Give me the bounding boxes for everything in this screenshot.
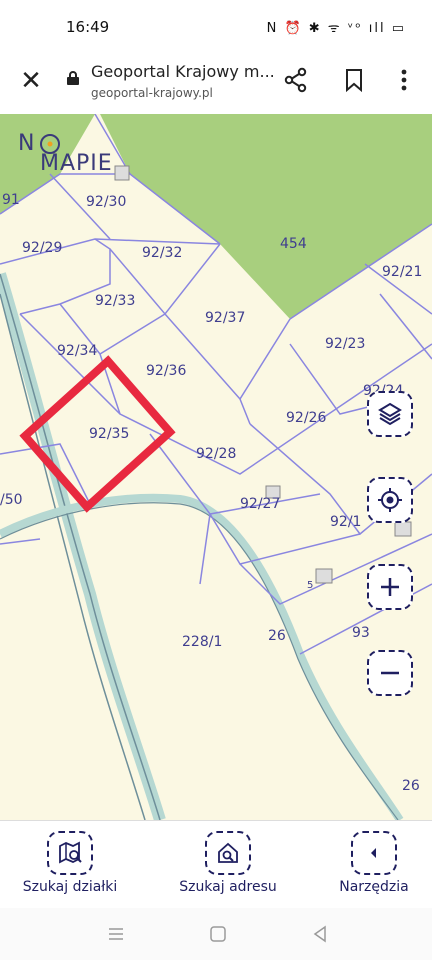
parcel-label: 5 bbox=[307, 580, 313, 591]
green-area bbox=[100, 114, 432, 319]
back-icon[interactable] bbox=[308, 922, 332, 946]
parcel-label: 92/32 bbox=[142, 245, 182, 261]
lock-icon bbox=[67, 71, 79, 85]
parcel-label: 92/23 bbox=[325, 336, 365, 352]
tools-button[interactable]: Narzędzia bbox=[309, 831, 432, 895]
system-nav-bar bbox=[0, 908, 432, 960]
page-title[interactable]: Geoportal Krajowy m... bbox=[91, 62, 275, 81]
status-time: 16:49 bbox=[66, 18, 110, 36]
tools-label: Narzędzia bbox=[339, 879, 409, 895]
parcel-label: 92/26 bbox=[286, 410, 326, 426]
parcel-label: 26 bbox=[268, 628, 286, 644]
recent-apps-icon[interactable] bbox=[104, 922, 128, 946]
search-parcel-button[interactable]: Szukaj działki bbox=[5, 831, 135, 895]
status-icons: N ⏰ ✱ ᯤ ᵛᵒ ıll ▭ bbox=[266, 21, 406, 36]
parcel-label: 92/29 bbox=[22, 240, 62, 256]
search-address-label: Szukaj adresu bbox=[179, 879, 277, 895]
zoom-in-button[interactable] bbox=[367, 564, 413, 610]
crosshair-icon bbox=[378, 488, 402, 512]
map-canvas[interactable]: N MAPIE 91 92/30 92/29 92/32 454 92/21 9… bbox=[0, 114, 432, 820]
zoom-out-button[interactable] bbox=[367, 650, 413, 696]
chevron-left-icon bbox=[351, 831, 397, 875]
parcel-label: 26 bbox=[402, 778, 420, 794]
status-bar: 16:49 N ⏰ ✱ ᯤ ᵛᵒ ıll ▭ bbox=[0, 0, 432, 52]
parcel-label: 92/21 bbox=[382, 264, 422, 280]
bookmark-icon[interactable] bbox=[340, 66, 368, 94]
map-search-icon bbox=[47, 831, 93, 875]
parcel-label: 92/33 bbox=[95, 293, 135, 309]
minus-icon bbox=[381, 671, 399, 675]
parcel-label: 228/1 bbox=[182, 634, 222, 650]
parcel-label: 93 bbox=[352, 625, 370, 641]
more-menu-icon[interactable] bbox=[392, 66, 416, 94]
logo-mapie: MAPIE bbox=[40, 151, 113, 176]
locate-me-button[interactable] bbox=[367, 477, 413, 523]
parcel-label: 91 bbox=[2, 192, 20, 208]
parcel-label-selected: 92/35 bbox=[89, 426, 129, 442]
parcel-label: 92/30 bbox=[86, 194, 126, 210]
parcel-label: 92/27 bbox=[240, 496, 280, 512]
layers-button[interactable] bbox=[367, 391, 413, 437]
parcel-label: 92/28 bbox=[196, 446, 236, 462]
search-parcel-label: Szukaj działki bbox=[22, 879, 118, 895]
parcel-label: 92/36 bbox=[146, 363, 186, 379]
layers-icon bbox=[378, 402, 402, 426]
parcel-label: 92/1 bbox=[330, 514, 361, 530]
share-icon[interactable] bbox=[282, 66, 310, 94]
map-view[interactable]: N MAPIE 91 92/30 92/29 92/32 454 92/21 9… bbox=[0, 114, 432, 820]
close-button[interactable]: ✕ bbox=[16, 66, 46, 96]
bottom-nav: Szukaj działki Szukaj adresu Narzędzia bbox=[0, 820, 432, 909]
page-url[interactable]: geoportal-krajowy.pl bbox=[91, 86, 213, 100]
parcel-label: 454 bbox=[280, 236, 307, 252]
parcel-label: 92/37 bbox=[205, 310, 245, 326]
browser-toolbar: ✕ Geoportal Krajowy m... geoportal-krajo… bbox=[0, 52, 432, 114]
parcel-label: 92/34 bbox=[57, 343, 97, 359]
search-address-button[interactable]: Szukaj adresu bbox=[163, 831, 293, 895]
home-icon[interactable] bbox=[206, 922, 230, 946]
parcel-label: /50 bbox=[0, 492, 23, 508]
logo-n: N bbox=[18, 131, 35, 156]
plus-icon bbox=[381, 578, 399, 596]
home-search-icon bbox=[205, 831, 251, 875]
